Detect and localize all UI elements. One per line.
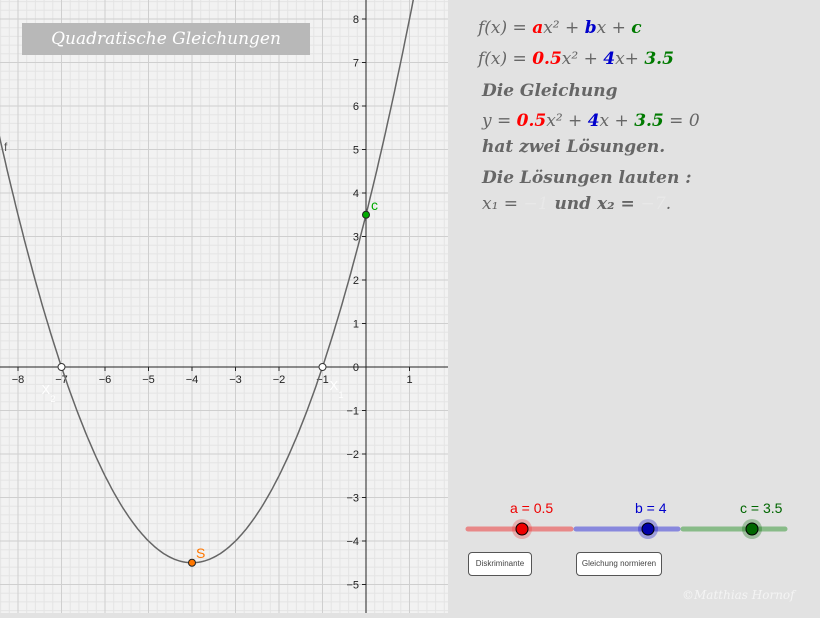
zero-point-x1-subscript: 1	[339, 390, 344, 400]
slider-c-knob[interactable]	[745, 522, 759, 536]
y-tick-label: 3	[353, 232, 359, 244]
sol-x1-label: x₁ =	[482, 194, 524, 214]
algebra-panel: f(x) = ax² + bx + c f(x) = 0.5x² + 4x+ 3…	[448, 0, 820, 613]
eq-c: 3.5	[634, 111, 664, 131]
specific-b: 4	[603, 49, 616, 69]
vertex-point-s[interactable]	[188, 558, 196, 567]
point-c-label: c	[371, 197, 378, 213]
x-tick-label: −4	[186, 374, 199, 386]
y-tick-label: 8	[353, 14, 359, 26]
x-tick-label: 1	[406, 374, 412, 386]
slider-b-knob[interactable]	[641, 522, 655, 536]
eq-b: 4	[587, 111, 600, 131]
eq-a: 0.5	[516, 111, 547, 131]
specific-a: 0.5	[532, 49, 562, 69]
zero-point-x1-label: X	[330, 378, 339, 393]
function-label: f	[4, 140, 8, 154]
y-tick-label: −3	[346, 493, 359, 505]
zero-point-x2[interactable]	[57, 363, 66, 371]
parabola-curve[interactable]	[0, 0, 431, 564]
x-tick-label: −8	[12, 374, 25, 386]
general-b: b	[584, 18, 597, 38]
sol-end: .	[665, 194, 672, 214]
coordinate-plot[interactable]: −8 −7 −6 −5 −4 −3 −2 −1 1876543210−1−2−3−4−5fX2X…	[0, 0, 454, 613]
general-mid2: x +	[596, 18, 632, 38]
diskriminante-button[interactable]: Diskriminante	[468, 552, 532, 576]
general-equation: f(x) = ax² + bx + c	[478, 18, 642, 38]
y-tick-label: −2	[346, 449, 359, 461]
eq-mid: x² +	[546, 111, 588, 131]
eq-suffix: = 0	[663, 111, 700, 131]
x-tick-label: −6	[99, 374, 112, 386]
graphics-view[interactable]: −8 −7 −6 −5 −4 −3 −2 −1 1 8 7 6 5 4 3 2 1 0 −1 −2 −3 −4 −5 f X 2 X…	[0, 0, 454, 613]
page-title: Quadratische Gleichungen	[22, 23, 310, 55]
x-tick-label: −3	[229, 374, 242, 386]
specific-c: 3.5	[644, 49, 674, 69]
slider-a-knob[interactable]	[515, 522, 529, 536]
x-tick-label: −5	[142, 374, 155, 386]
y-tick-label: 6	[353, 101, 359, 113]
specific-equation: f(x) = 0.5x² + 4x+ 3.5	[478, 49, 674, 69]
zero-point-x2-label: X	[42, 382, 51, 397]
general-prefix: f(x) =	[478, 18, 533, 38]
y-tick-label: 1	[353, 319, 359, 331]
vertex-point-s-label: S	[196, 545, 205, 561]
specific-prefix: f(x) =	[478, 49, 533, 69]
sol-x2-value: −7	[640, 194, 666, 214]
general-a: a	[532, 18, 544, 38]
y-tick-label: −1	[346, 406, 359, 418]
specific-mid2: x+	[615, 49, 645, 69]
slider-group[interactable]	[448, 510, 820, 550]
point-c[interactable]	[362, 210, 370, 219]
y-tick-label: 7	[353, 58, 359, 70]
y-tick-label: 4	[353, 188, 359, 200]
gleichung-normieren-button[interactable]: Gleichung normieren	[576, 552, 662, 576]
text-zwei-loesungen: hat zwei Lösungen.	[482, 137, 666, 157]
text-loesungen-lauten: Die Lösungen lauten :	[482, 168, 692, 188]
sol-and: und x₂ =	[548, 194, 641, 214]
eq-prefix: y =	[482, 111, 517, 131]
text-die-gleichung: Die Gleichung	[482, 81, 618, 101]
solutions-line: x₁ = −1 und x₂ = −7.	[482, 194, 671, 214]
zero-point-x1[interactable]	[318, 363, 327, 371]
x-tick-label: −2	[273, 374, 286, 386]
y-tick-label: 2	[353, 275, 359, 287]
sol-x1-value: −1	[523, 194, 549, 214]
eq-mid2: x +	[599, 111, 635, 131]
general-mid: x² +	[543, 18, 585, 38]
y-tick-label: −5	[346, 580, 359, 592]
equation-line: y = 0.5x² + 4x + 3.5 = 0	[482, 111, 700, 131]
specific-mid: x² +	[561, 49, 604, 69]
y-tick-label: 0	[353, 362, 359, 374]
zero-point-x2-subscript: 2	[51, 394, 56, 404]
watermark: ©Matthias Hornof	[682, 588, 795, 602]
y-tick-label: 5	[353, 145, 359, 157]
general-c: c	[631, 18, 642, 38]
y-tick-label: −4	[346, 536, 359, 548]
